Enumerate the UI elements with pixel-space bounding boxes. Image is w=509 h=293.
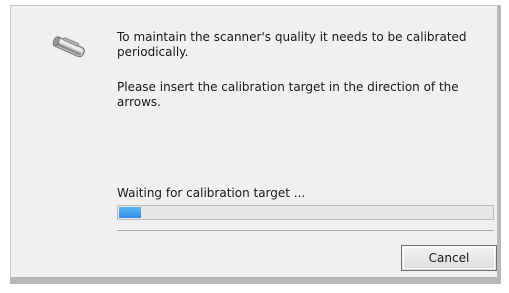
cancel-button[interactable]: Cancel <box>401 245 497 271</box>
calibration-dialog: To maintain the scanner's quality it nee… <box>10 5 501 284</box>
calibration-explanation-text: To maintain the scanner's quality it nee… <box>117 30 467 59</box>
separator <box>117 230 494 231</box>
progress-bar-fill <box>119 207 141 218</box>
insert-target-instruction-text: Please insert the calibration target in … <box>117 80 459 109</box>
status-text: Waiting for calibration target ... <box>117 186 306 200</box>
scanner-icon <box>52 36 85 58</box>
calibration-progress-bar <box>117 205 494 220</box>
